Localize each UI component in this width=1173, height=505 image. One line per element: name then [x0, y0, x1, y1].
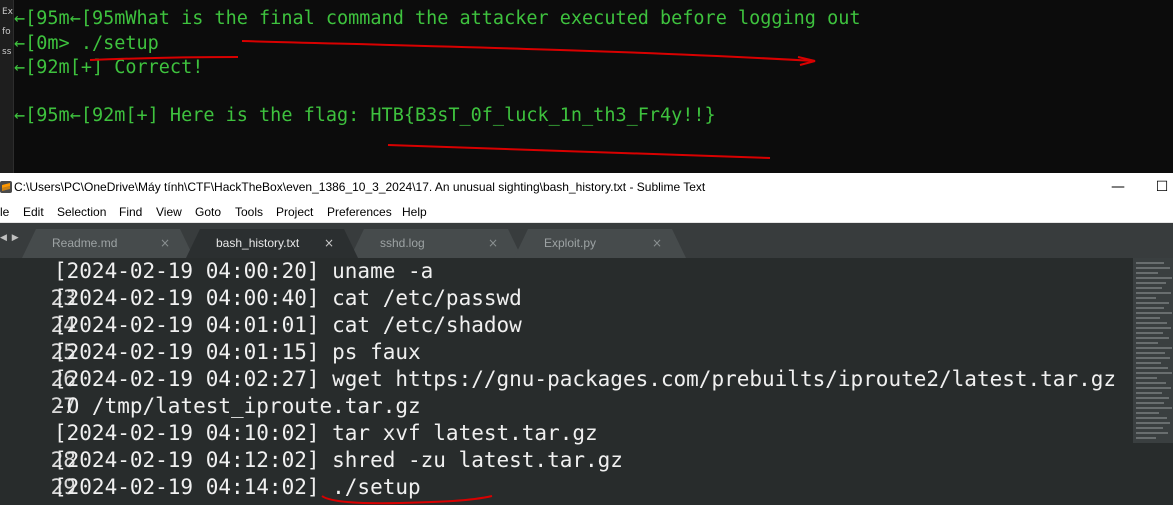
code-line: 29 [2024-02-19 04:12:02] shred -zu latest… [0, 447, 623, 499]
menu-goto[interactable]: Goto [195, 202, 221, 223]
terminal-side-gutter: Ex fo ss [0, 0, 14, 173]
terminal-panel: Ex fo ss ←[95m←[95mWhat is the final com… [0, 0, 1173, 173]
menu-find[interactable]: Find [119, 202, 142, 223]
tab-exploit-py[interactable]: Exploit.py × [514, 229, 686, 258]
terminal-line-question: ←[95m←[95mWhat is the final command the … [14, 8, 861, 29]
gutter-item: Ex [2, 7, 14, 17]
line-text[interactable]: [2024-02-19 04:02:27] wget https://gnu-p… [54, 366, 1116, 393]
maximize-button[interactable]: ☐ [1142, 173, 1173, 202]
code-line: 23 [2024-02-19 04:00:20] uname -a [0, 258, 434, 310]
close-icon[interactable]: × [324, 229, 334, 258]
menu-help[interactable]: Help [402, 202, 427, 223]
line-text[interactable]: -O /tmp/latest_iproute.tar.gz [54, 393, 421, 420]
menu-project[interactable]: Project [276, 202, 313, 223]
code-line: 30[2024-02-19 04:14:02] ./setup [0, 474, 421, 505]
tab-label: bash_history.txt [216, 236, 300, 250]
menu-bar: le Edit Selection Find View Goto Tools P… [0, 202, 1173, 223]
gutter-item: ss [2, 47, 12, 57]
window-titlebar[interactable]: C:\Users\PC\OneDrive\Máy tính\CTF\HackTh… [0, 173, 1173, 202]
menu-edit[interactable]: Edit [23, 202, 44, 223]
line-text[interactable]: [2024-02-19 04:00:40] cat /etc/passwd [54, 285, 522, 312]
tab-bar: ◀ ▶ Readme.md × sshd.log × Exploit.py × … [0, 223, 1173, 258]
tab-label: Exploit.py [544, 236, 597, 250]
tab-sshd-log[interactable]: sshd.log × [350, 229, 522, 258]
terminal-line-flag: ←[95m←[92m[+] Here is the flag: HTB{B3sT… [14, 105, 716, 126]
tab-readme[interactable]: Readme.md × [22, 229, 194, 258]
tab-label: sshd.log [380, 236, 425, 250]
menu-view[interactable]: View [156, 202, 182, 223]
minimize-button[interactable]: — [1098, 173, 1138, 202]
minimap[interactable] [1133, 258, 1173, 443]
sublime-text-icon [0, 181, 12, 193]
terminal-line-answer: ←[0m> ./setup [14, 33, 159, 54]
code-line: 27 [2024-02-19 04:02:27] wget https://gnu… [0, 366, 1116, 418]
menu-tools[interactable]: Tools [235, 202, 263, 223]
line-text[interactable]: [2024-02-19 04:14:02] ./setup [54, 474, 421, 501]
line-text[interactable]: [2024-02-19 04:01:15] ps faux [54, 339, 421, 366]
line-text[interactable]: [2024-02-19 04:10:02] tar xvf latest.tar… [54, 420, 598, 447]
close-icon[interactable]: × [652, 229, 662, 258]
tab-bash-history[interactable]: bash_history.txt × [186, 229, 358, 258]
code-line: 24 [2024-02-19 04:00:40] cat /etc/passwd [0, 285, 522, 337]
line-text[interactable]: [2024-02-19 04:12:02] shred -zu latest.t… [54, 447, 623, 474]
line-text[interactable]: [2024-02-19 04:01:01] cat /etc/shadow [54, 312, 522, 339]
code-line: 28 [2024-02-19 04:10:02] tar xvf latest.t… [0, 420, 598, 472]
close-icon[interactable]: × [488, 229, 498, 258]
window-title: C:\Users\PC\OneDrive\Máy tính\CTF\HackTh… [14, 180, 706, 194]
tab-nav-arrows[interactable]: ◀ ▶ [0, 233, 20, 243]
editor-area[interactable]: 23 [2024-02-19 04:00:20] uname -a 24 [2024… [0, 258, 1173, 505]
code-line: 25 [2024-02-19 04:01:01] cat /etc/shadow [0, 312, 522, 364]
line-number: 30 [51, 501, 85, 505]
close-icon[interactable]: × [160, 229, 170, 258]
menu-file[interactable]: le [0, 202, 9, 223]
menu-preferences[interactable]: Preferences [327, 202, 392, 223]
line-text[interactable]: [2024-02-19 04:00:20] uname -a [54, 258, 433, 285]
code-line-wrapped: -O /tmp/latest_iproute.tar.gz [0, 393, 421, 420]
tab-label: Readme.md [52, 236, 118, 250]
menu-selection[interactable]: Selection [57, 202, 106, 223]
terminal-line-correct: ←[92m[+] Correct! [14, 57, 204, 78]
gutter-item: fo [2, 27, 11, 37]
code-line: 26 [2024-02-19 04:01:15] ps faux [0, 339, 421, 391]
